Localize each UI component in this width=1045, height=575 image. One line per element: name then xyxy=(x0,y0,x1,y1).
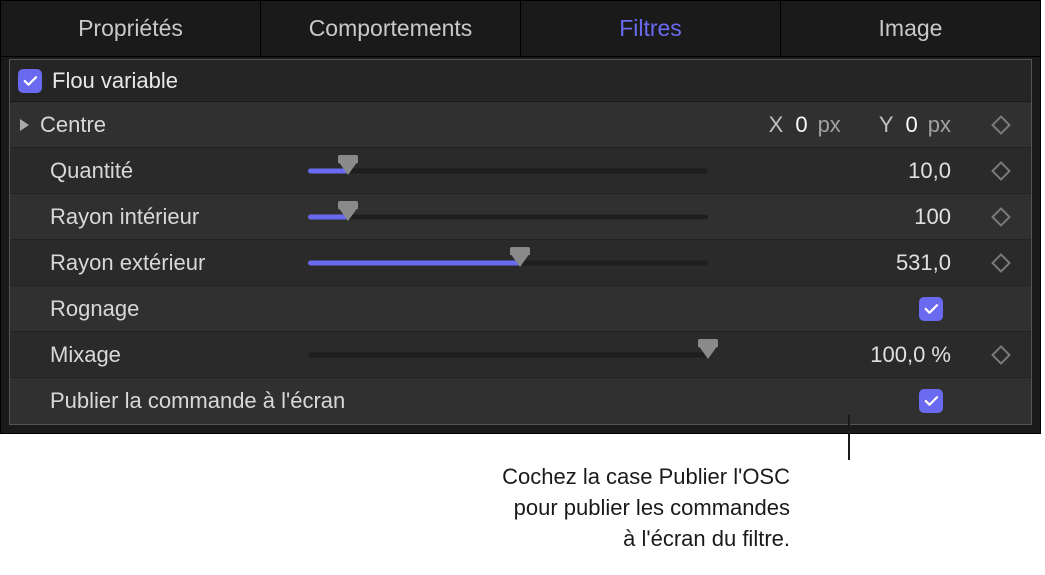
keyframe-icon[interactable] xyxy=(991,253,1011,273)
disclosure-triangle-icon[interactable] xyxy=(18,118,36,132)
mixage-value[interactable]: 100,0 % xyxy=(728,342,971,368)
quantite-slider[interactable] xyxy=(308,159,708,183)
tab-image[interactable]: Image xyxy=(781,1,1040,56)
rayon-int-value[interactable]: 100 xyxy=(728,204,971,230)
param-centre-row: Centre X 0 px Y 0 px xyxy=(10,102,1031,148)
param-publier-label: Publier la commande à l'écran xyxy=(18,388,518,414)
mixage-slider[interactable] xyxy=(308,343,708,367)
rayon-ext-value[interactable]: 531,0 xyxy=(728,250,971,276)
rayon-ext-slider[interactable] xyxy=(308,251,708,275)
param-rayon-int-row: Rayon intérieur 100 xyxy=(10,194,1031,240)
tab-bar: Propriétés Comportements Filtres Image xyxy=(1,1,1040,57)
publier-osc-checkbox[interactable] xyxy=(919,389,943,413)
annotation-text: Cochez la case Publier l'OSC pour publie… xyxy=(460,462,790,554)
param-mixage-label: Mixage xyxy=(18,342,308,368)
tab-properties[interactable]: Propriétés xyxy=(1,1,261,56)
param-quantite-label: Quantité xyxy=(18,158,308,184)
filter-name: Flou variable xyxy=(52,68,178,94)
param-publier-row: Publier la commande à l'écran xyxy=(10,378,1031,424)
tab-filters[interactable]: Filtres xyxy=(521,1,781,56)
param-rayon-int-label: Rayon intérieur xyxy=(18,204,308,230)
param-centre-value[interactable]: X 0 px Y 0 px xyxy=(746,112,971,138)
quantite-value[interactable]: 10,0 xyxy=(728,158,971,184)
filter-content: Flou variable Centre X 0 px Y 0 px xyxy=(9,59,1032,425)
keyframe-icon[interactable] xyxy=(991,207,1011,227)
param-mixage-row: Mixage 100,0 % xyxy=(10,332,1031,378)
callout-line xyxy=(848,415,850,460)
rayon-int-slider[interactable] xyxy=(308,205,708,229)
filter-enable-checkbox[interactable] xyxy=(18,69,42,93)
tab-behaviors[interactable]: Comportements xyxy=(261,1,521,56)
keyframe-icon[interactable] xyxy=(991,115,1011,135)
param-quantite-row: Quantité 10,0 xyxy=(10,148,1031,194)
param-rayon-ext-row: Rayon extérieur 531,0 xyxy=(10,240,1031,286)
rognage-checkbox[interactable] xyxy=(919,297,943,321)
param-rayon-ext-label: Rayon extérieur xyxy=(18,250,308,276)
inspector-panel: Propriétés Comportements Filtres Image F… xyxy=(0,0,1041,434)
param-centre-label: Centre xyxy=(36,112,326,138)
filter-header: Flou variable xyxy=(10,60,1031,102)
param-rognage-label: Rognage xyxy=(18,296,308,322)
param-rognage-row: Rognage xyxy=(10,286,1031,332)
keyframe-icon[interactable] xyxy=(991,161,1011,181)
keyframe-icon[interactable] xyxy=(991,345,1011,365)
